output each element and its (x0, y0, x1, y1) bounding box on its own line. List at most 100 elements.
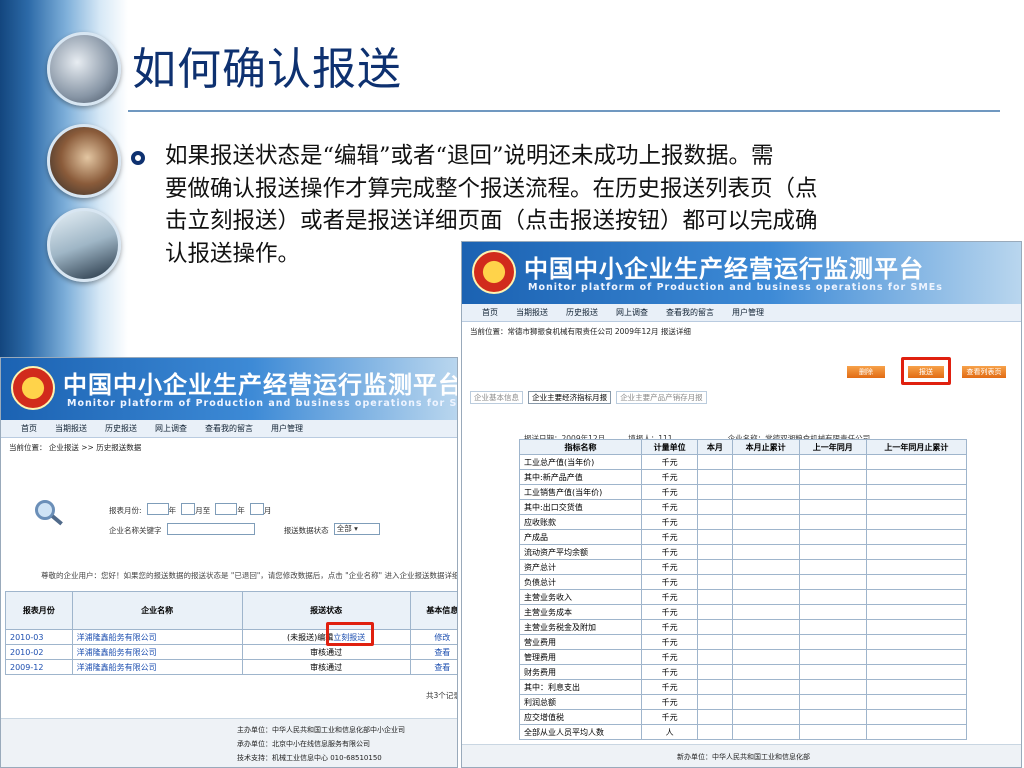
value-cell[interactable] (697, 679, 733, 695)
value-cell[interactable] (798, 454, 867, 470)
value-cell[interactable] (731, 529, 800, 545)
value-cell[interactable] (865, 469, 968, 485)
nav-item[interactable]: 当期报送 (55, 424, 87, 433)
value-cell[interactable] (731, 649, 800, 665)
row-action-link[interactable]: 查看 (409, 659, 457, 675)
value-cell[interactable] (697, 454, 733, 470)
value-cell[interactable] (865, 529, 968, 545)
value-cell[interactable] (731, 634, 800, 650)
value-cell[interactable] (731, 589, 800, 605)
value-cell[interactable] (865, 694, 968, 710)
value-cell[interactable] (798, 484, 867, 500)
value-cell[interactable] (731, 724, 800, 740)
row-action-link[interactable]: 查看 (409, 644, 457, 660)
company-cell[interactable]: 洋浦隆鑫船务有限公司 (71, 644, 243, 660)
year-input-to[interactable] (215, 502, 238, 515)
tab-indicators[interactable]: 企业主要经济指标月报 (528, 391, 612, 404)
value-cell[interactable] (731, 694, 800, 710)
value-cell[interactable] (798, 664, 867, 680)
tab-products[interactable]: 企业主要产品产销存月报 (616, 391, 707, 404)
value-cell[interactable] (697, 649, 733, 665)
nav-item[interactable]: 用户管理 (271, 424, 303, 433)
value-cell[interactable] (731, 499, 800, 515)
value-cell[interactable] (865, 589, 968, 605)
value-cell[interactable] (697, 544, 733, 560)
value-cell[interactable] (798, 574, 867, 590)
value-cell[interactable] (697, 664, 733, 680)
value-cell[interactable] (865, 514, 968, 530)
value-cell[interactable] (798, 724, 867, 740)
value-cell[interactable] (731, 619, 800, 635)
month-cell[interactable]: 2010-03 (5, 629, 73, 645)
value-cell[interactable] (697, 499, 733, 515)
value-cell[interactable] (697, 619, 733, 635)
value-cell[interactable] (798, 649, 867, 665)
status-select[interactable]: 全部 ▾ (333, 522, 380, 535)
value-cell[interactable] (731, 454, 800, 470)
value-cell[interactable] (697, 514, 733, 530)
value-cell[interactable] (697, 694, 733, 710)
value-cell[interactable] (798, 589, 867, 605)
tab-basic-info[interactable]: 企业基本信息 (470, 391, 523, 404)
delete-button[interactable]: 删除 (847, 366, 885, 378)
value-cell[interactable] (731, 559, 800, 575)
value-cell[interactable] (731, 544, 800, 560)
month-input-to[interactable] (249, 502, 264, 515)
month-cell[interactable]: 2010-02 (5, 644, 73, 660)
value-cell[interactable] (798, 499, 867, 515)
value-cell[interactable] (731, 514, 800, 530)
value-cell[interactable] (865, 574, 968, 590)
nav-item[interactable]: 历史报送 (566, 308, 598, 317)
value-cell[interactable] (865, 634, 968, 650)
month-cell[interactable]: 2009-12 (5, 659, 73, 675)
value-cell[interactable] (798, 559, 867, 575)
value-cell[interactable] (798, 694, 867, 710)
nav-item[interactable]: 查看我的留言 (205, 424, 253, 433)
value-cell[interactable] (798, 469, 867, 485)
value-cell[interactable] (798, 679, 867, 695)
value-cell[interactable] (697, 574, 733, 590)
value-cell[interactable] (731, 604, 800, 620)
value-cell[interactable] (697, 724, 733, 740)
view-list-button[interactable]: 查看列表页 (962, 366, 1006, 378)
value-cell[interactable] (697, 469, 733, 485)
value-cell[interactable] (865, 454, 968, 470)
nav-item[interactable]: 查看我的留言 (666, 308, 714, 317)
nav-item[interactable]: 网上调查 (616, 308, 648, 317)
value-cell[interactable] (697, 484, 733, 500)
nav-item[interactable]: 当期报送 (516, 308, 548, 317)
value-cell[interactable] (865, 649, 968, 665)
value-cell[interactable] (731, 574, 800, 590)
company-cell[interactable]: 洋浦隆鑫船务有限公司 (71, 659, 243, 675)
value-cell[interactable] (731, 709, 800, 725)
value-cell[interactable] (697, 634, 733, 650)
nav-item[interactable]: 首页 (482, 308, 498, 317)
nav-item[interactable]: 网上调查 (155, 424, 187, 433)
value-cell[interactable] (697, 559, 733, 575)
row-action-link[interactable]: 修改 (409, 629, 457, 645)
value-cell[interactable] (798, 619, 867, 635)
value-cell[interactable] (865, 544, 968, 560)
value-cell[interactable] (731, 664, 800, 680)
value-cell[interactable] (865, 679, 968, 695)
value-cell[interactable] (798, 544, 867, 560)
value-cell[interactable] (865, 619, 968, 635)
value-cell[interactable] (865, 484, 968, 500)
value-cell[interactable] (731, 469, 800, 485)
value-cell[interactable] (697, 529, 733, 545)
year-input-from[interactable] (146, 502, 169, 515)
value-cell[interactable] (865, 664, 968, 680)
value-cell[interactable] (865, 724, 968, 740)
value-cell[interactable] (865, 709, 968, 725)
nav-item[interactable]: 用户管理 (732, 308, 764, 317)
value-cell[interactable] (731, 679, 800, 695)
nav-item[interactable]: 历史报送 (105, 424, 137, 433)
value-cell[interactable] (798, 634, 867, 650)
nav-item[interactable]: 首页 (21, 424, 37, 433)
value-cell[interactable] (798, 604, 867, 620)
value-cell[interactable] (798, 529, 867, 545)
value-cell[interactable] (697, 604, 733, 620)
value-cell[interactable] (798, 514, 867, 530)
company-input[interactable] (166, 522, 255, 535)
value-cell[interactable] (697, 589, 733, 605)
